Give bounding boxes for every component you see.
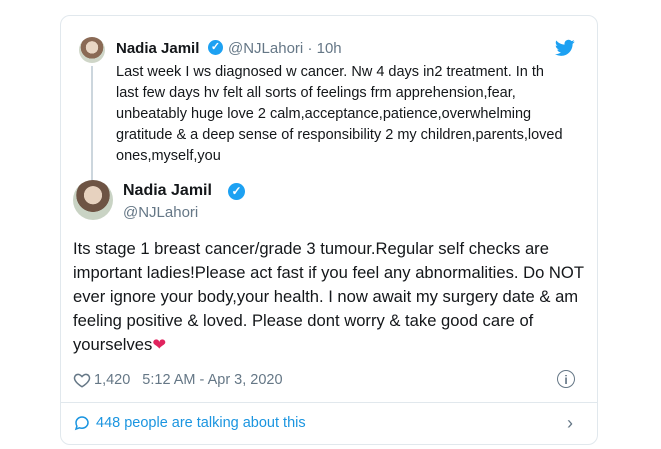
quoted-time[interactable]: · 10h: [307, 40, 341, 57]
author-name[interactable]: Nadia Jamil: [123, 182, 212, 200]
info-icon[interactable]: i: [557, 370, 575, 388]
tweet-meta: 1,420 5:12 AM - Apr 3, 2020: [73, 371, 283, 389]
quoted-author-name[interactable]: Nadia Jamil: [116, 40, 199, 57]
like-count[interactable]: 1,420: [94, 372, 130, 388]
tweet-body: Its stage 1 breast cancer/grade 3 tumour…: [73, 239, 584, 354]
thread-connector-line: [91, 66, 93, 184]
verified-badge-icon: ✓: [228, 183, 245, 200]
tweet-embed-card[interactable]: Nadia Jamil ✓ @NJLahori · 10h Last week …: [60, 15, 598, 445]
red-heart-emoji: ❤: [152, 335, 167, 354]
quoted-handle-text: @NJLahori: [228, 40, 304, 57]
talking-about-link[interactable]: 448 people are talking about this: [73, 414, 306, 432]
quoted-avatar[interactable]: [79, 37, 105, 63]
author-avatar[interactable]: [73, 180, 113, 220]
tweet-timestamp[interactable]: 5:12 AM - Apr 3, 2020: [142, 372, 282, 388]
author-handle[interactable]: @NJLahori: [123, 204, 198, 221]
twitter-bird-icon[interactable]: [555, 39, 575, 57]
chevron-right-icon[interactable]: ›: [567, 413, 573, 434]
verified-badge-icon: ✓: [208, 40, 223, 55]
tweet-text: Its stage 1 breast cancer/grade 3 tumour…: [73, 237, 588, 357]
speech-bubble-icon: [74, 416, 89, 431]
quoted-tweet-text: Last week I ws diagnosed w cancer. Nw 4 …: [116, 64, 563, 164]
divider: [61, 402, 597, 403]
quoted-author-handle[interactable]: @NJLahori · 10h: [228, 40, 342, 57]
heart-outline-icon[interactable]: [73, 371, 91, 389]
talking-about-label: 448 people are talking about this: [96, 415, 306, 431]
